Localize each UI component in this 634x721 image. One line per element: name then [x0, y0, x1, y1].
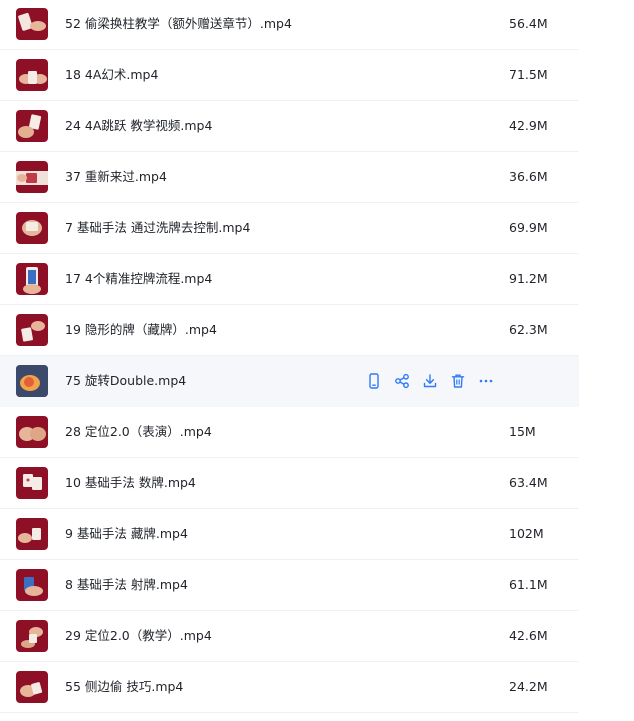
row-actions	[366, 372, 506, 390]
file-row[interactable]: 18 4A幻术.mp4 71.5M	[0, 50, 579, 101]
file-row[interactable]: 37 重新来过.mp4 36.6M	[0, 152, 579, 203]
video-thumbnail	[16, 416, 48, 448]
file-size: 24.2M	[509, 679, 548, 694]
file-row[interactable]: 8 基础手法 射牌.mp4 61.1M	[0, 560, 579, 611]
file-row[interactable]: 10 基础手法 数牌.mp4 63.4M	[0, 458, 579, 509]
download-icon[interactable]	[422, 373, 438, 389]
video-thumbnail	[16, 59, 48, 91]
file-size: 42.9M	[509, 118, 548, 133]
file-name[interactable]: 9 基础手法 藏牌.mp4	[65, 509, 188, 559]
file-name[interactable]: 37 重新来过.mp4	[65, 152, 167, 202]
file-name[interactable]: 18 4A幻术.mp4	[65, 50, 158, 100]
file-row[interactable]: 52 偷梁换柱教学（额外赠送章节）.mp4 56.4M	[0, 0, 579, 50]
file-name[interactable]: 8 基础手法 射牌.mp4	[65, 560, 188, 610]
delete-icon[interactable]	[450, 373, 466, 389]
video-thumbnail	[16, 671, 48, 703]
file-name[interactable]: 19 隐形的牌（藏牌）.mp4	[65, 305, 217, 355]
video-thumbnail	[16, 569, 48, 601]
file-size: 61.1M	[509, 577, 548, 592]
file-name[interactable]: 10 基础手法 数牌.mp4	[65, 458, 196, 508]
file-row[interactable]: 9 基础手法 藏牌.mp4 102M	[0, 509, 579, 560]
video-thumbnail	[16, 8, 48, 40]
file-row[interactable]: 28 定位2.0（表演）.mp4 15M	[0, 407, 579, 458]
more-icon[interactable]	[478, 373, 494, 389]
video-thumbnail	[16, 518, 48, 550]
file-size: 42.6M	[509, 628, 548, 643]
video-thumbnail	[16, 110, 48, 142]
video-thumbnail	[16, 212, 48, 244]
file-row[interactable]: 55 侧边偷 技巧.mp4 24.2M	[0, 662, 579, 713]
phone-icon[interactable]	[366, 373, 382, 389]
file-size: 56.4M	[509, 16, 548, 31]
file-size: 36.6M	[509, 169, 548, 184]
video-thumbnail	[16, 263, 48, 295]
file-row-hovered[interactable]: 75 旋转Double.mp4	[0, 356, 579, 407]
video-thumbnail	[16, 467, 48, 499]
video-thumbnail	[16, 620, 48, 652]
file-size: 91.2M	[509, 271, 548, 286]
file-size: 71.5M	[509, 67, 548, 82]
file-size: 63.4M	[509, 475, 548, 490]
file-size: 69.9M	[509, 220, 548, 235]
file-row[interactable]: 7 基础手法 通过洗牌去控制.mp4 69.9M	[0, 203, 579, 254]
file-name[interactable]: 24 4A跳跃 教学视频.mp4	[65, 101, 212, 151]
share-icon[interactable]	[394, 373, 410, 389]
file-size: 102M	[509, 526, 544, 541]
file-name[interactable]: 29 定位2.0（教学）.mp4	[65, 611, 212, 661]
file-name[interactable]: 7 基础手法 通过洗牌去控制.mp4	[65, 203, 250, 253]
video-thumbnail	[16, 365, 48, 397]
file-size: 62.3M	[509, 322, 548, 337]
file-name[interactable]: 28 定位2.0（表演）.mp4	[65, 407, 212, 457]
file-name[interactable]: 17 4个精准控牌流程.mp4	[65, 254, 212, 304]
file-list-page: 52 偷梁换柱教学（额外赠送章节）.mp4 56.4M 18 4A幻术.mp4 …	[0, 0, 634, 721]
file-size: 15M	[509, 424, 536, 439]
video-thumbnail	[16, 161, 48, 193]
file-list: 52 偷梁换柱教学（额外赠送章节）.mp4 56.4M 18 4A幻术.mp4 …	[0, 0, 579, 713]
file-name[interactable]: 55 侧边偷 技巧.mp4	[65, 662, 183, 712]
file-row[interactable]: 29 定位2.0（教学）.mp4 42.6M	[0, 611, 579, 662]
file-name[interactable]: 75 旋转Double.mp4	[65, 356, 186, 406]
file-row[interactable]: 24 4A跳跃 教学视频.mp4 42.9M	[0, 101, 579, 152]
file-row[interactable]: 19 隐形的牌（藏牌）.mp4 62.3M	[0, 305, 579, 356]
video-thumbnail	[16, 314, 48, 346]
file-name[interactable]: 52 偷梁换柱教学（额外赠送章节）.mp4	[65, 0, 292, 49]
file-row[interactable]: 17 4个精准控牌流程.mp4 91.2M	[0, 254, 579, 305]
